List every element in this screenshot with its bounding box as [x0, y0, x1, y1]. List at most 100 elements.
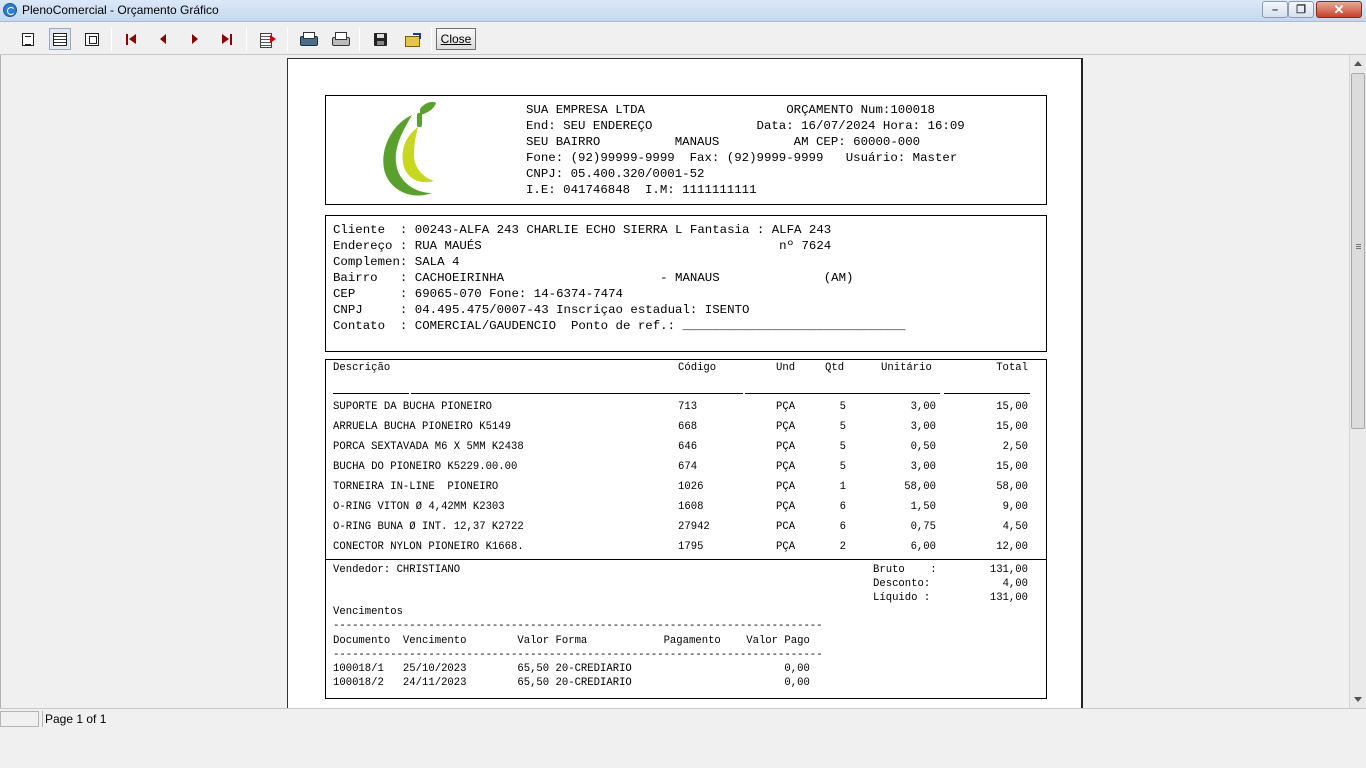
cell-unit: PÇA: [776, 401, 796, 413]
cell-total: 15,00: [996, 461, 1028, 473]
cell-code: 668: [678, 421, 698, 433]
desconto-value: 4,00: [1002, 578, 1028, 590]
open-folder-icon: [404, 33, 421, 47]
scrollbar-thumb[interactable]: [1351, 73, 1365, 429]
cell-total: 15,00: [996, 421, 1028, 433]
cell-qty: 1: [839, 481, 846, 493]
toolbar-separator: [359, 27, 360, 51]
header-underline: [944, 393, 1030, 394]
next-page-button[interactable]: [184, 28, 206, 50]
restore-icon: ❐: [1296, 4, 1306, 16]
cell-qty: 5: [839, 401, 846, 413]
client-line: Complemen: SALA 4: [333, 255, 460, 269]
toolbar-separator: [287, 27, 288, 51]
cell-desc: SUPORTE DA BUCHA PIONEIRO: [333, 401, 492, 413]
client-line: Endereço : RUA MAUÉS nº 7624: [333, 239, 832, 253]
desconto-label: Desconto:: [873, 578, 931, 590]
grip-icon: [1356, 244, 1361, 250]
toolbar-separator: [431, 27, 432, 51]
minimize-button[interactable]: –: [1262, 1, 1288, 18]
client-line: CNPJ : 04.495.475/0007-43 Inscriçao esta…: [333, 303, 750, 317]
col-header-unit-price: Unitário: [881, 362, 932, 374]
header-underline: [745, 393, 940, 394]
cell-code: 1608: [678, 501, 704, 513]
last-page-button[interactable]: [216, 28, 238, 50]
open-button[interactable]: [401, 28, 423, 50]
cell-qty: 5: [839, 441, 846, 453]
restore-button[interactable]: ❐: [1288, 1, 1314, 18]
cell-code: 1026: [678, 481, 704, 493]
cell-qty: 5: [839, 421, 846, 433]
cell-desc: ARRUELA BUCHA PIONEIRO K5149: [333, 421, 512, 433]
minimize-icon: –: [1271, 3, 1279, 16]
header-underline: [333, 393, 409, 394]
cell-desc: O-RING BUNA Ø INT. 12,37 K2722: [333, 521, 524, 533]
company-line: Fone: (92)99999-9999 Fax: (92)9999-9999 …: [526, 151, 958, 165]
close-button[interactable]: Close: [436, 28, 476, 50]
cell-qty: 6: [839, 501, 846, 513]
dash-separator: ----------------------------------------…: [333, 620, 823, 632]
cell-unit: PÇA: [776, 461, 796, 473]
cell-desc: TORNEIRA IN-LINE PIONEIRO: [333, 481, 499, 493]
toolbar: Close: [0, 22, 1366, 55]
cell-total: 15,00: [996, 401, 1028, 413]
whole-page-icon: [22, 32, 34, 46]
seller-label: Vendedor: CHRISTIANO: [333, 564, 461, 576]
toolbar-separator: [111, 27, 112, 51]
goto-page-button[interactable]: [257, 28, 279, 50]
col-header-qty: Qtd: [825, 362, 845, 374]
items-box: Descrição Código Und Qtd Unitário Total …: [325, 359, 1047, 699]
goto-page-icon: [260, 32, 276, 48]
print-button[interactable]: [329, 28, 351, 50]
company-header-box: SUA EMPRESA LTDA ORÇAMENTO Num:100018 En…: [325, 95, 1047, 205]
cell-unit-price: 58,00: [904, 481, 936, 493]
cell-code: 27942: [678, 521, 710, 533]
client-line: Bairro : CACHOEIRINHA - MANAUS (AM): [333, 271, 854, 285]
client-line: CEP : 69065-070 Fone: 14-6374-7474: [333, 287, 623, 301]
cell-unit-price: 6,00: [910, 541, 936, 553]
previous-page-icon: [160, 34, 166, 44]
cell-unit-price: 3,00: [910, 421, 936, 433]
window-title: PlenoComercial - Orçamento Gráfico: [22, 3, 219, 17]
cell-unit-price: 3,00: [910, 401, 936, 413]
installment-row: 100018/2 24/11/2023 65,50 20-CREDIARIO 0…: [333, 677, 810, 689]
vencimentos-title: Vencimentos: [333, 606, 403, 618]
client-line: Cliente : 00243-ALFA 243 CHARLIE ECHO SI…: [333, 223, 832, 237]
whole-page-button[interactable]: [17, 28, 39, 50]
col-header-description: Descrição: [333, 362, 391, 374]
cell-qty: 6: [839, 521, 846, 533]
cell-desc: CONECTOR NYLON PIONEIRO K1668.: [333, 541, 524, 553]
company-line: SEU BAIRRO MANAUS AM CEP: 60000-000: [526, 135, 921, 149]
vertical-scrollbar[interactable]: [1349, 55, 1366, 708]
cell-code: 646: [678, 441, 698, 453]
liquido-label: Líquido :: [873, 592, 931, 604]
app-icon: [3, 3, 17, 17]
previous-page-button[interactable]: [152, 28, 174, 50]
printer-setup-button[interactable]: [297, 28, 319, 50]
col-header-unit: Und: [776, 362, 796, 374]
last-page-icon: [222, 33, 232, 45]
bruto-label: Bruto :: [873, 564, 937, 576]
items-footer-divider: [326, 559, 1046, 560]
cell-desc: BUCHA DO PIONEIRO K5229.00.00: [333, 461, 518, 473]
scroll-up-arrow-icon[interactable]: [1354, 61, 1362, 66]
page-width-button[interactable]: [49, 28, 71, 50]
scroll-down-arrow-icon[interactable]: [1354, 697, 1362, 702]
cell-total: 9,00: [1002, 501, 1028, 513]
cell-unit: PÇA: [776, 541, 796, 553]
first-page-button[interactable]: [120, 28, 142, 50]
report-viewer[interactable]: SUA EMPRESA LTDA ORÇAMENTO Num:100018 En…: [0, 55, 1349, 708]
cell-unit-price: 0,75: [910, 521, 936, 533]
cell-total: 12,00: [996, 541, 1028, 553]
company-line: I.E: 041746848 I.M: 1111111111: [526, 183, 757, 197]
cell-unit: PÇA: [776, 441, 796, 453]
company-line: End: SEU ENDEREÇO Data: 16/07/2024 Hora:…: [526, 119, 965, 133]
cell-unit-price: 1,50: [910, 501, 936, 513]
save-button[interactable]: [369, 28, 391, 50]
next-page-icon: [192, 34, 198, 44]
window-close-button[interactable]: ✕: [1316, 1, 1362, 18]
printer-icon: [332, 32, 350, 46]
company-line: SUA EMPRESA LTDA ORÇAMENTO Num:100018: [526, 103, 935, 117]
zoom-button[interactable]: [81, 28, 103, 50]
cell-unit-price: 0,50: [910, 441, 936, 453]
